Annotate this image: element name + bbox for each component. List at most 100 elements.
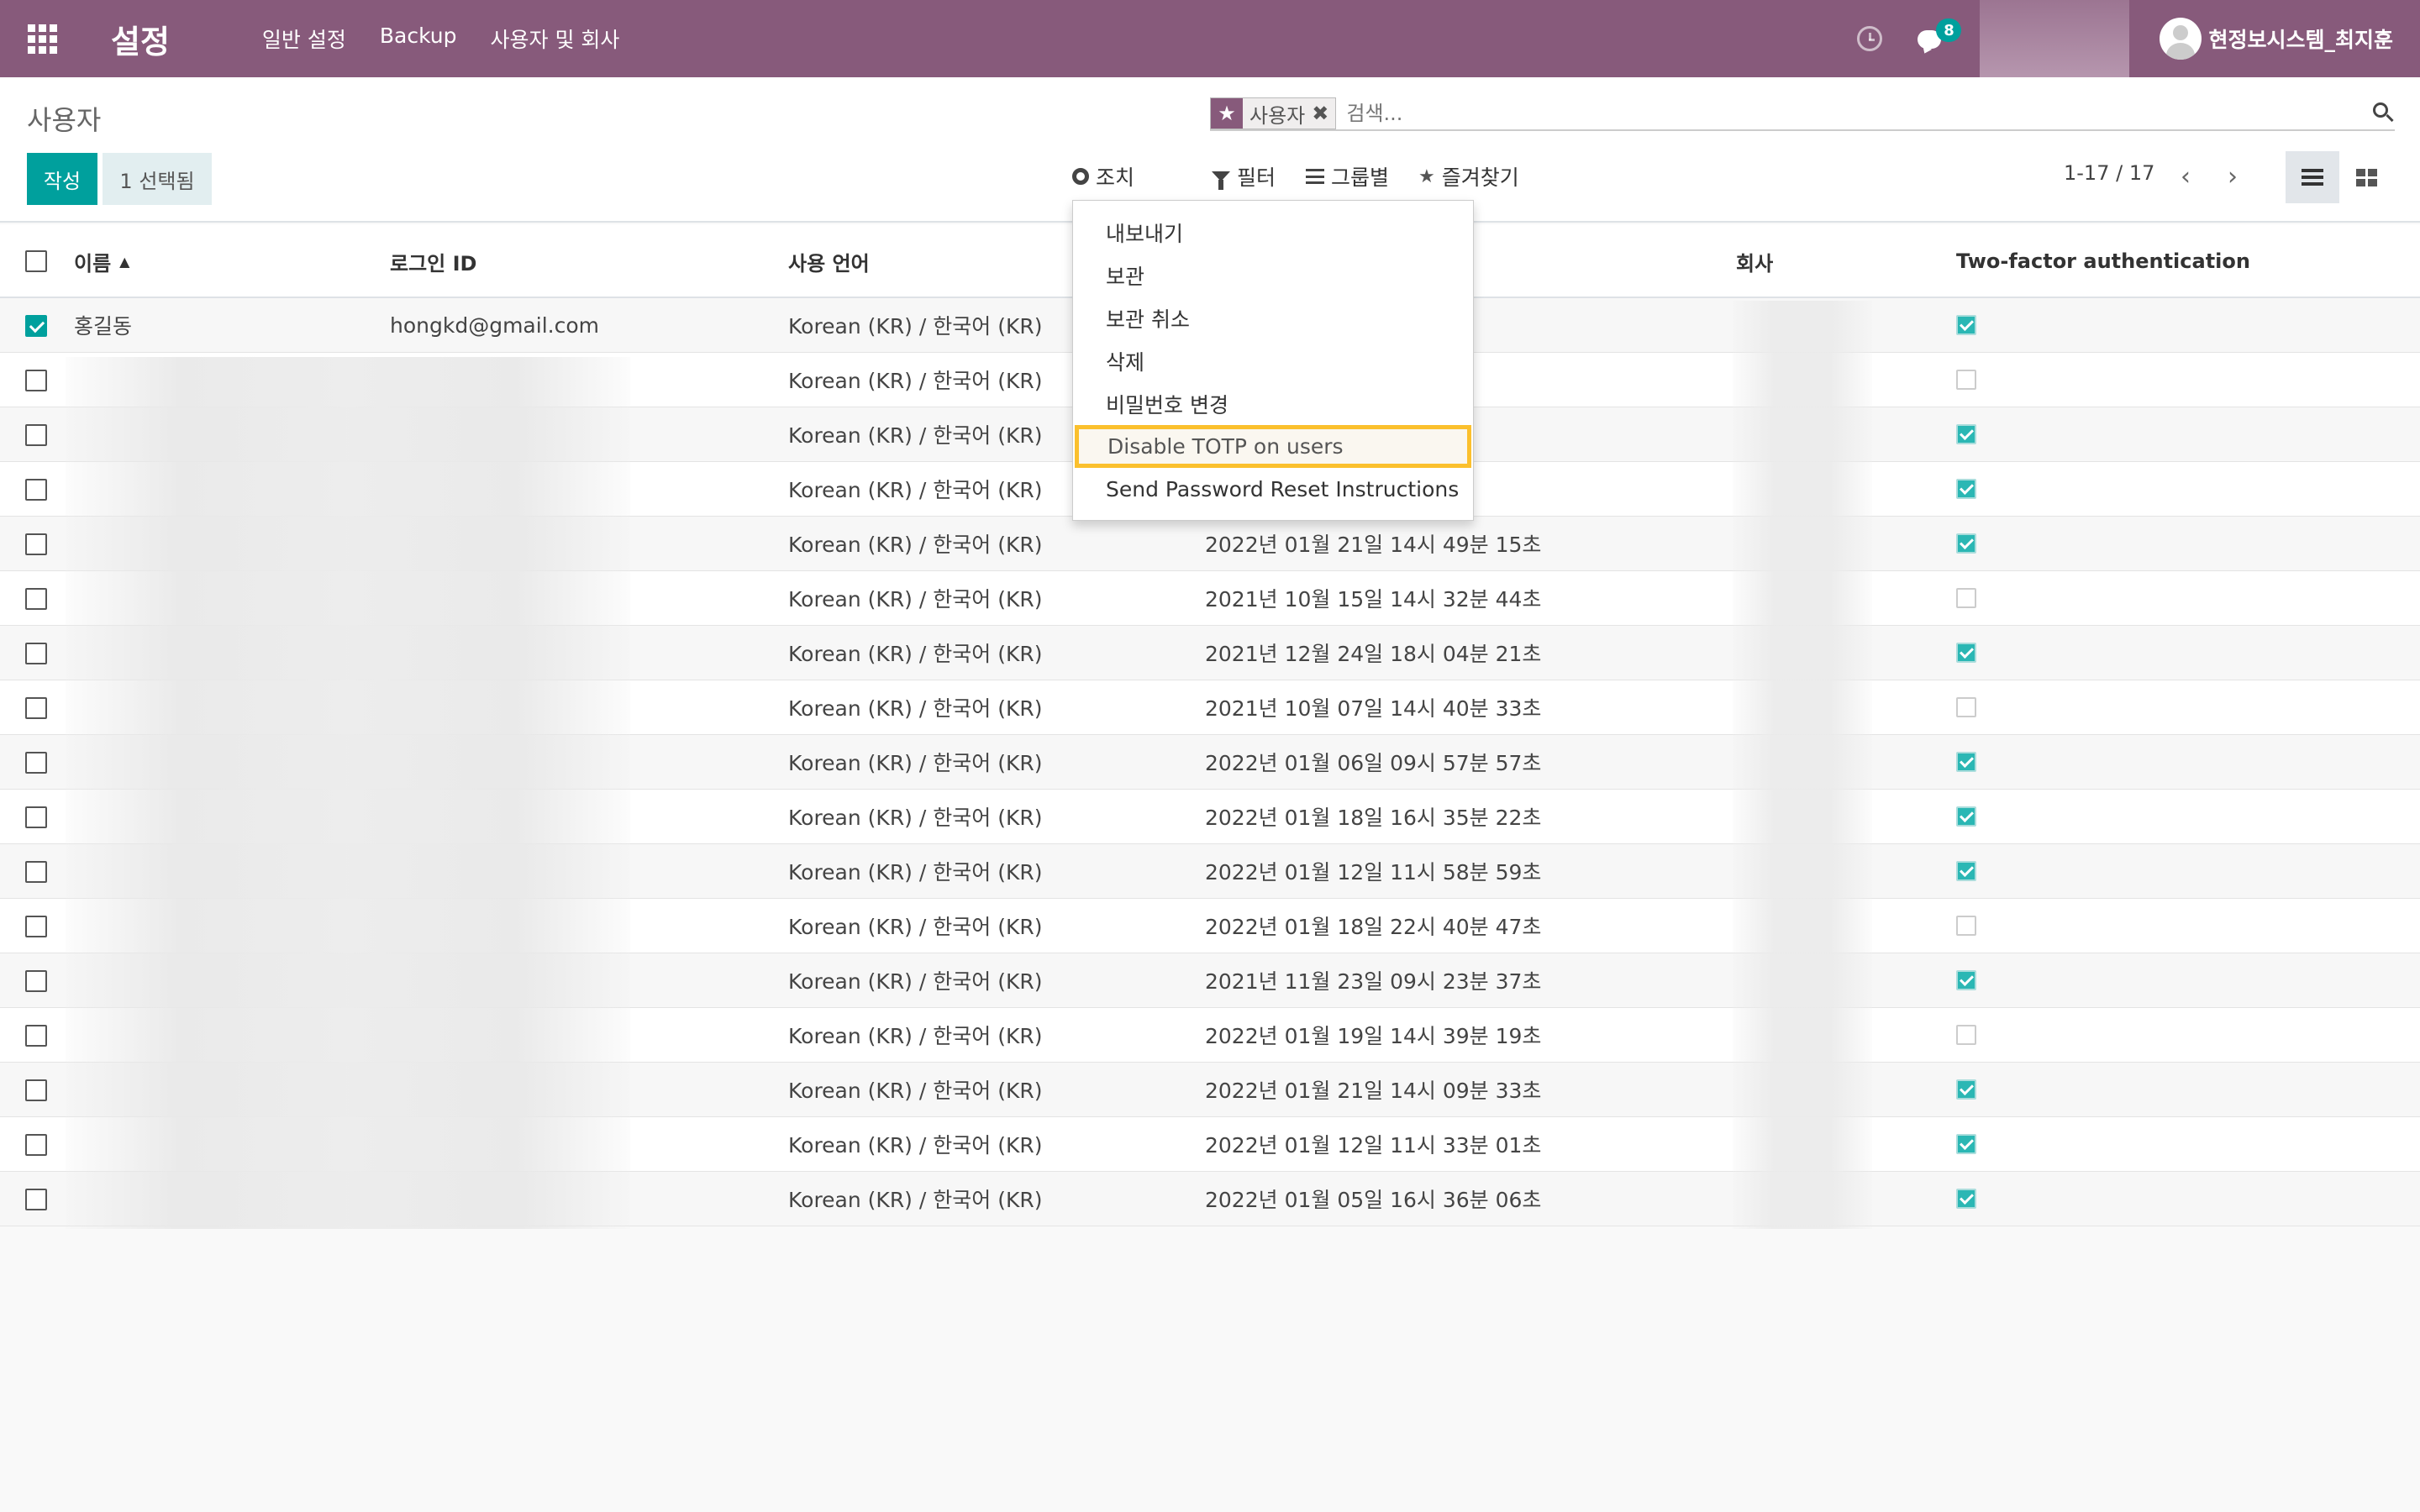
- action-menu-item[interactable]: Disable TOTP on users: [1075, 425, 1471, 468]
- action-menu-item[interactable]: 보관 취소: [1073, 297, 1473, 339]
- row-checkbox[interactable]: [25, 861, 47, 883]
- column-login[interactable]: 로그인 ID: [390, 224, 476, 298]
- apps-menu-icon[interactable]: [0, 0, 84, 77]
- row-checkbox[interactable]: [25, 370, 47, 391]
- row-checkbox[interactable]: [25, 533, 47, 555]
- row-checkbox[interactable]: [25, 479, 47, 501]
- action-menu-item[interactable]: 내보내기: [1073, 211, 1473, 254]
- menu-users-companies[interactable]: 사용자 및 회사: [491, 24, 620, 54]
- column-language[interactable]: 사용 언어: [788, 224, 870, 298]
- star-icon: ★: [1211, 98, 1243, 129]
- list-icon: [2302, 169, 2323, 186]
- cell-language: Korean (KR) / 한국어 (KR): [788, 806, 1043, 830]
- messaging-menu[interactable]: 8: [1918, 18, 1962, 55]
- search-facet: ★ 사용자 ✖: [1210, 97, 1337, 129]
- 2fa-checkbox: [1956, 806, 1976, 827]
- redacted-area: [1980, 0, 2130, 77]
- star-icon: ★: [1418, 165, 1435, 187]
- search-input[interactable]: [1346, 102, 2271, 125]
- action-button[interactable]: 조치: [1072, 158, 1134, 195]
- row-checkbox[interactable]: [25, 424, 47, 446]
- column-2fa[interactable]: Two-factor authentication: [1956, 224, 2250, 298]
- filter-icon: [1212, 171, 1230, 190]
- menu-general-settings[interactable]: 일반 설정: [262, 24, 346, 54]
- row-checkbox[interactable]: [25, 806, 47, 828]
- action-menu-item[interactable]: 보관: [1073, 254, 1473, 297]
- 2fa-checkbox: [1956, 533, 1976, 554]
- breadcrumb: 사용자: [27, 104, 102, 136]
- 2fa-checkbox: [1956, 916, 1976, 936]
- 2fa-checkbox: [1956, 861, 1976, 881]
- activity-clock-icon[interactable]: [1857, 26, 1883, 51]
- cell-latest-auth: 2022년 01월 19일 14시 39분 19초: [1205, 1024, 1542, 1048]
- cell-latest-auth: 2022년 01월 12일 11시 58분 59초: [1205, 860, 1542, 885]
- pager-value[interactable]: 1-17 / 17: [2064, 161, 2154, 185]
- row-checkbox[interactable]: [25, 916, 47, 937]
- cell-language: Korean (KR) / 한국어 (KR): [788, 423, 1043, 448]
- app-brand[interactable]: 설정: [111, 16, 170, 62]
- redacted-area: [1733, 301, 1872, 1229]
- row-checkbox[interactable]: [25, 970, 47, 992]
- selected-count: 1 선택됨: [103, 153, 212, 205]
- cell-latest-auth: 2021년 10월 07일 14시 40분 33초: [1205, 696, 1542, 721]
- action-menu-item[interactable]: 삭제: [1073, 339, 1473, 382]
- select-all-checkbox[interactable]: [25, 250, 47, 272]
- bars-icon: [1306, 169, 1324, 184]
- chevron-right-icon[interactable]: ›: [2220, 161, 2245, 192]
- row-checkbox[interactable]: [25, 1189, 47, 1210]
- 2fa-checkbox: [1956, 970, 1976, 990]
- row-checkbox[interactable]: [25, 315, 47, 337]
- facet-remove-icon[interactable]: ✖: [1312, 98, 1335, 129]
- cell-language: Korean (KR) / 한국어 (KR): [788, 696, 1043, 721]
- cell-language: Korean (KR) / 한국어 (KR): [788, 369, 1043, 393]
- user-menu[interactable]: 현정보시스템_최지훈: [2129, 0, 2420, 77]
- kanban-icon: [2355, 168, 2377, 186]
- menu-backup[interactable]: Backup: [380, 24, 457, 54]
- row-checkbox[interactable]: [25, 697, 47, 719]
- column-company[interactable]: 회사: [1736, 224, 1773, 298]
- row-checkbox[interactable]: [25, 1025, 47, 1047]
- cell-language: Korean (KR) / 한국어 (KR): [788, 642, 1043, 666]
- 2fa-checkbox: [1956, 315, 1976, 335]
- sort-up-icon: ▲: [119, 253, 130, 270]
- main-menu: 일반 설정 Backup 사용자 및 회사: [262, 24, 620, 54]
- groupby-label: 그룹별: [1331, 165, 1390, 190]
- cell-language: Korean (KR) / 한국어 (KR): [788, 533, 1043, 557]
- 2fa-checkbox: [1956, 697, 1976, 717]
- cell-language: Korean (KR) / 한국어 (KR): [788, 915, 1043, 939]
- column-name[interactable]: 이름 ▲: [74, 224, 129, 298]
- 2fa-checkbox: [1956, 424, 1976, 444]
- cell-language: Korean (KR) / 한국어 (KR): [788, 314, 1043, 339]
- row-checkbox[interactable]: [25, 752, 47, 774]
- cell-latest-auth: 2021년 11월 23일 09시 23분 37초: [1205, 969, 1542, 994]
- systray: 8 현정보시스템_최지훈: [1857, 0, 2420, 77]
- favorites-button[interactable]: ★ 즐겨찾기: [1418, 158, 1519, 195]
- 2fa-checkbox: [1956, 643, 1976, 663]
- filter-button[interactable]: 필터: [1212, 158, 1276, 195]
- cell-latest-auth: 2022년 01월 18일 22시 40분 47초: [1205, 915, 1542, 939]
- facet-label: 사용자: [1249, 103, 1306, 128]
- row-checkbox[interactable]: [25, 643, 47, 664]
- empty-area: [0, 1229, 2420, 1512]
- create-button[interactable]: 작성: [27, 153, 97, 205]
- list-view-button[interactable]: [2286, 151, 2339, 203]
- search-icon[interactable]: [2371, 101, 2395, 124]
- filter-label: 필터: [1237, 165, 1276, 190]
- 2fa-checkbox: [1956, 752, 1976, 772]
- action-menu-item[interactable]: Send Password Reset Instructions: [1073, 468, 1473, 511]
- 2fa-checkbox: [1956, 1189, 1976, 1209]
- groupby-button[interactable]: 그룹별: [1306, 158, 1389, 195]
- cell-language: Korean (KR) / 한국어 (KR): [788, 587, 1043, 612]
- 2fa-checkbox: [1956, 588, 1976, 608]
- kanban-view-button[interactable]: [2339, 151, 2393, 203]
- cell-language: Korean (KR) / 한국어 (KR): [788, 1024, 1043, 1048]
- action-dropdown-menu: 내보내기 보관 보관 취소 삭제 비밀번호 변경 Disable TOTP on user…: [1072, 200, 1474, 521]
- row-checkbox[interactable]: [25, 1134, 47, 1156]
- action-menu-item[interactable]: 비밀번호 변경: [1073, 382, 1473, 425]
- cell-language: Korean (KR) / 한국어 (KR): [788, 478, 1043, 502]
- cell-latest-auth: 2022년 01월 21일 14시 09분 33초: [1205, 1079, 1542, 1103]
- chevron-left-icon[interactable]: ‹: [2173, 161, 2198, 192]
- cell-language: Korean (KR) / 한국어 (KR): [788, 1133, 1043, 1158]
- row-checkbox[interactable]: [25, 588, 47, 610]
- row-checkbox[interactable]: [25, 1079, 47, 1101]
